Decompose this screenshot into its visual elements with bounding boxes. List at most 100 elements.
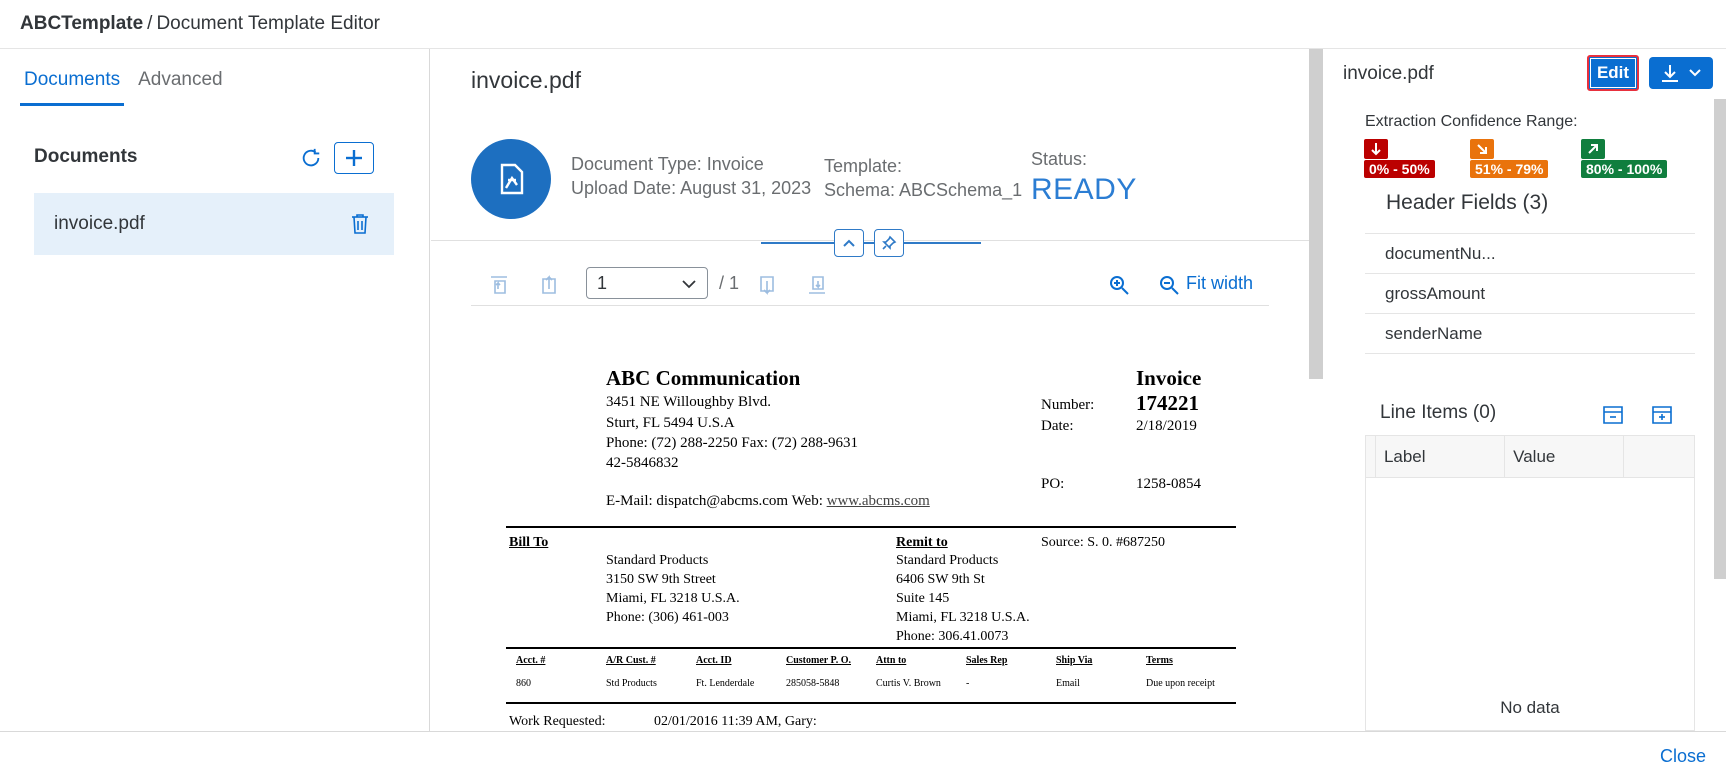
confidence-high-label: 80% - 100% [1581, 160, 1668, 178]
pdf-source: Source: S. 0. #687250 [1041, 535, 1166, 550]
pdf-table-header: A/R Cust. # [606, 655, 656, 666]
pdf-address-line: 3451 NE Willoughby Blvd. [606, 394, 771, 410]
pdf-email: E-Mail: dispatch@abcms.com Web: [606, 493, 827, 509]
tab-documents[interactable]: Documents [20, 63, 125, 106]
confidence-range-title: Extraction Confidence Range: [1365, 113, 1578, 130]
pdf-company-name: ABC Communication [606, 366, 801, 390]
remove-line-item-icon[interactable] [1601, 403, 1625, 425]
download-menu-button[interactable] [1649, 57, 1713, 89]
zoom-in-icon[interactable] [1107, 273, 1131, 297]
no-data-text: No data [1500, 698, 1560, 717]
column-header-value[interactable]: Value [1505, 436, 1625, 477]
pin-icon [882, 235, 897, 250]
line-items-title: Line Items (0) [1380, 402, 1497, 423]
previous-page-icon[interactable] [537, 273, 561, 297]
pdf-page: ABC Communication 3451 NE Willoughby Blv… [471, 305, 1269, 731]
edit-button[interactable]: Edit [1587, 55, 1639, 91]
title-bar: ABCTemplate / Document Template Editor [0, 0, 1726, 49]
pdf-number-label: Number: [1041, 397, 1095, 413]
pdf-remit-to-label: Remit to [896, 535, 948, 550]
zoom-out-icon[interactable] [1157, 273, 1181, 297]
pdf-table-cell: 285058-5848 [786, 678, 840, 689]
pdf-web-link[interactable]: www.abcms.com [827, 493, 930, 509]
status-value: READY [1031, 173, 1137, 206]
header-field-item[interactable]: grossAmount [1365, 274, 1695, 314]
confidence-low-badge: 0% - 50% [1364, 139, 1435, 178]
panel-scrollbar[interactable] [1714, 99, 1726, 579]
trash-icon [352, 214, 368, 234]
header-field-item[interactable]: documentNu... [1365, 234, 1695, 274]
pdf-table-header: Customer P. O. [786, 655, 851, 666]
pdf-table-cell: - [966, 678, 970, 689]
download-icon [1662, 65, 1678, 82]
tab-advanced[interactable]: Advanced [134, 63, 227, 106]
pdf-table-cell: Curtis V. Brown [876, 678, 941, 689]
app-name[interactable]: ABCTemplate [20, 13, 143, 35]
pdf-bill-to-line: Standard Products [606, 553, 709, 568]
pdf-toolbar: 1 / 1 Fit width [471, 267, 1269, 303]
schema-name: Schema: ABCSchema_1 [824, 180, 1023, 200]
document-name: invoice.pdf [54, 213, 145, 234]
pdf-rule [506, 702, 1236, 704]
confidence-medium-label: 51% - 79% [1470, 160, 1549, 178]
pin-header-button[interactable] [874, 229, 904, 257]
pdf-address-line: Phone: (72) 288-2250 Fax: (72) 288-9631 [606, 435, 859, 451]
fit-width-button[interactable]: Fit width [1186, 273, 1253, 294]
viewer-scrollbar[interactable] [1309, 49, 1323, 379]
document-meta: Document Type: Invoice Upload Date: Augu… [571, 152, 811, 200]
page-number-value: 1 [597, 272, 608, 293]
arrow-up-right-icon [1581, 139, 1605, 159]
header-field-item[interactable]: senderName [1365, 314, 1695, 354]
close-button[interactable]: Close [1660, 746, 1706, 767]
pdf-table-header: Terms [1146, 655, 1173, 666]
pdf-date-value: 2/18/2019 [1136, 418, 1197, 434]
header-divider [761, 242, 981, 244]
pdf-contact-line: E-Mail: dispatch@abcms.com Web: www.abcm… [606, 493, 930, 510]
documents-panel: Documents Advanced Documents invoice.pdf [0, 49, 430, 731]
column-header-label[interactable]: Label [1376, 436, 1506, 477]
row-selector-column [1366, 436, 1376, 477]
line-items-header-row: Label Value [1366, 436, 1694, 478]
arrow-down-icon [1364, 139, 1388, 159]
refresh-icon [302, 148, 320, 167]
document-header: invoice.pdf Document Type: Invoice Uploa… [431, 49, 1309, 241]
pdf-po-label: PO: [1041, 476, 1065, 492]
pdf-work-requested-label: Work Requested: [509, 714, 606, 729]
pdf-bill-to-line: Miami, FL 3218 U.S.A. [606, 591, 740, 606]
breadcrumb-separator: / [147, 13, 153, 34]
pdf-po-value: 1258-0854 [1136, 476, 1201, 492]
pdf-table-cell: Ft. Lenderdale [696, 678, 755, 689]
page-number-select[interactable]: 1 [586, 267, 708, 299]
add-document-button[interactable] [334, 142, 374, 174]
document-type: Document Type: Invoice [571, 154, 764, 174]
last-page-icon[interactable] [805, 273, 829, 297]
pdf-table-cell: 860 [516, 678, 531, 689]
pdf-date-label: Date: [1041, 418, 1074, 434]
extraction-panel-title: invoice.pdf [1343, 63, 1434, 84]
pdf-bill-to-line: 3150 SW 9th Street [606, 572, 716, 587]
delete-document-button[interactable] [350, 213, 370, 240]
line-items-table: Label Value No data [1365, 435, 1695, 731]
document-title: invoice.pdf [471, 67, 581, 93]
document-template-editor: ABCTemplate / Document Template Editor D… [0, 0, 1726, 780]
arrow-down-right-icon [1470, 139, 1494, 159]
pdf-bill-to-line: Phone: (306) 461-003 [606, 610, 729, 625]
collapse-header-button[interactable] [834, 229, 864, 257]
page-title: Document Template Editor [156, 13, 380, 34]
add-line-item-icon[interactable] [1650, 403, 1674, 425]
next-page-icon[interactable] [755, 273, 779, 297]
first-page-icon[interactable] [487, 273, 511, 297]
refresh-button[interactable] [298, 145, 324, 171]
pdf-bill-to-label: Bill To [509, 535, 549, 550]
chevron-up-icon [843, 239, 855, 247]
document-viewer: invoice.pdf Document Type: Invoice Uploa… [431, 49, 1309, 731]
footer-bar: Close [0, 731, 1726, 780]
document-list-item[interactable]: invoice.pdf [34, 193, 394, 255]
chevron-down-icon [1689, 69, 1701, 77]
page-total: / 1 [719, 273, 740, 293]
chevron-down-icon [682, 280, 696, 289]
pdf-address-line: Sturt, FL 5494 U.S.A [606, 415, 735, 431]
document-avatar [471, 139, 551, 219]
pdf-remit-to-line: Suite 145 [896, 591, 950, 606]
upload-date: Upload Date: August 31, 2023 [571, 178, 812, 198]
